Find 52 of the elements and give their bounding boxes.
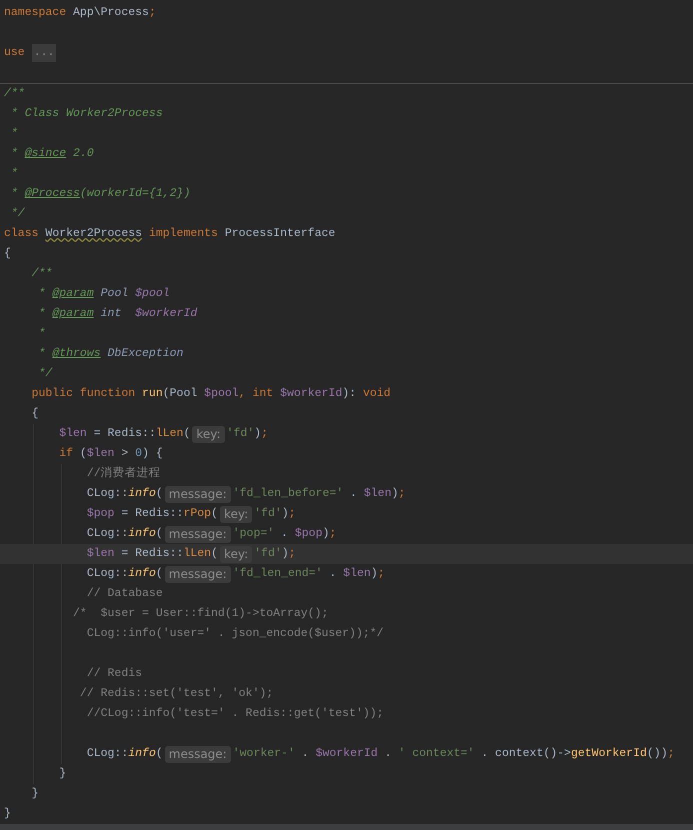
code-text: /** (30, 266, 52, 282)
code-text: /* $user = User::find(1)->toArray(); (72, 606, 328, 622)
code-text: CLog::info( (86, 526, 163, 542)
code-text: 'fd_len_before=' . $len); (232, 486, 406, 502)
code-text: namespace App\Process; (4, 5, 156, 22)
code-text: CLog::info( (86, 566, 163, 582)
code-text: } (58, 766, 66, 782)
code-text: * @throws DbException (38, 346, 184, 362)
parameter-hint: key: (192, 426, 225, 442)
code-text: */ (10, 206, 25, 222)
code-text: /** (4, 86, 25, 102)
code-text: CLog::info( (86, 486, 163, 502)
code-text: 'fd'); (254, 506, 296, 522)
code-text: public function run(Pool $pool, int $workerId): void (30, 386, 391, 402)
code-text: * (10, 126, 18, 142)
code-text: * (10, 166, 18, 182)
code-text: // Redis (86, 666, 142, 682)
code-text: use (4, 45, 25, 62)
parameter-hint: key: (220, 506, 252, 522)
code-text: $len = Redis::lLen( (58, 426, 190, 442)
code-text: * (38, 326, 46, 342)
code-text: } (30, 786, 39, 802)
code-text: 'fd'); (254, 546, 296, 562)
code-text: // Redis::set('test', 'ok'); (78, 686, 274, 702)
code-text: //CLog::info('test=' . Redis::get('test')); (86, 706, 384, 722)
parameter-hint: message: (164, 746, 231, 762)
parameter-hint: key: (220, 546, 252, 562)
parameter-hint: message: (164, 526, 231, 542)
code-text: $len = Redis::lLen( (86, 546, 218, 562)
code-text: $pop = Redis::rPop( (86, 506, 218, 522)
folded-code-marker[interactable]: ... (32, 44, 56, 62)
code-text: 'fd_len_end=' . $len); (232, 566, 385, 582)
code-text: { (30, 406, 39, 422)
code-text: * @since 2.0 (10, 146, 94, 162)
code-text: } (4, 806, 11, 822)
code-text: 'worker-' . $workerId . ' context=' . context()->getWorkerId()); (232, 746, 675, 762)
parameter-hint: message: (164, 566, 231, 582)
code-text: 'pop=' . $pop); (232, 526, 336, 542)
code-text: * @param int $workerId (38, 306, 198, 322)
code-text: // Database (86, 586, 163, 602)
code-text: { (4, 246, 11, 262)
code-text: * Class Worker2Process (10, 106, 163, 122)
code-text: * @param Pool $pool (38, 286, 170, 302)
code-text: if ($len > 0) { (58, 446, 163, 462)
code-text: CLog::info('user=' . json_encode($user));*/ (86, 626, 384, 642)
code-text: * @Process(workerId={1,2}) (10, 186, 190, 202)
parameter-hint: message: (164, 486, 231, 502)
code-text: CLog::info( (86, 746, 163, 762)
code-text: 'fd'); (226, 426, 268, 442)
code-text: class Worker2Process implements ProcessInterface (4, 226, 336, 242)
code-text: */ (38, 366, 52, 382)
code-text: //消费者进程 (86, 466, 161, 482)
